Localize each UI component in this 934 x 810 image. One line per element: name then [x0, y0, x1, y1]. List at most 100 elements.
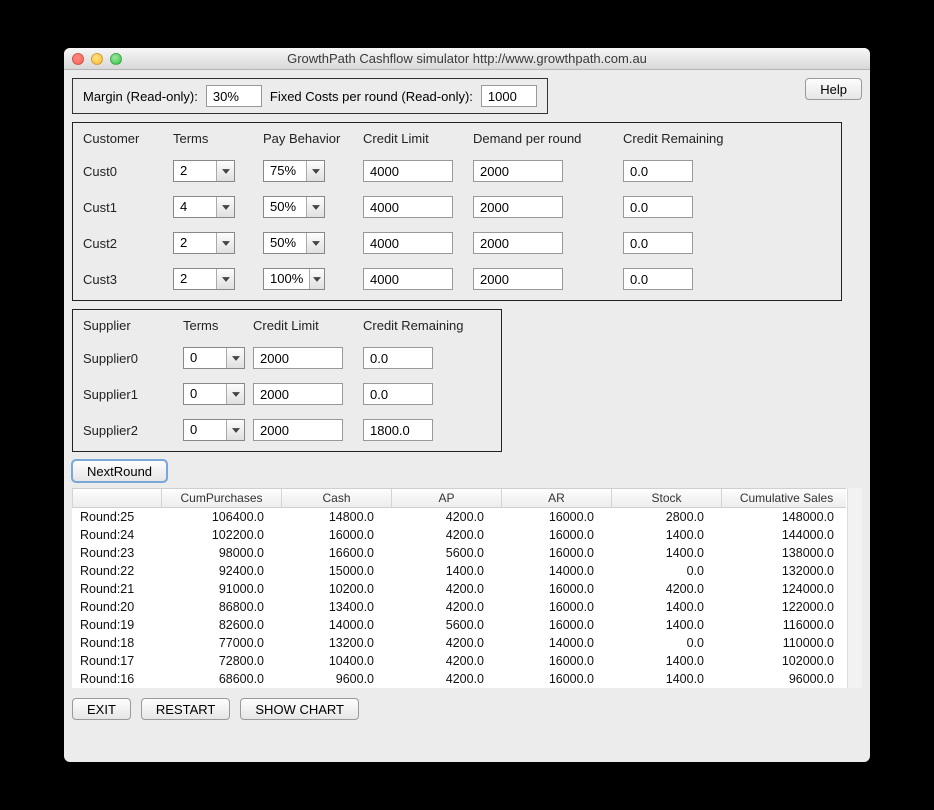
cell-round: Round:22 [72, 564, 162, 578]
cell-cum-purchases: 77000.0 [162, 636, 282, 650]
cell-cum-purchases: 82600.0 [162, 618, 282, 632]
supp1-credit-remaining-field[interactable] [363, 383, 433, 405]
chevron-down-icon [226, 420, 244, 440]
margin-field[interactable] [206, 85, 262, 107]
cell-ar: 16000.0 [502, 654, 612, 668]
table-row[interactable]: Round:25106400.014800.04200.016000.02800… [72, 508, 846, 526]
cell-ap: 4200.0 [392, 510, 502, 524]
table-scrollbar[interactable] [847, 488, 862, 688]
col-round[interactable] [72, 489, 162, 507]
close-icon[interactable] [72, 53, 84, 65]
cell-ap: 4200.0 [392, 600, 502, 614]
table-row[interactable]: Round:1982600.014000.05600.016000.01400.… [72, 616, 846, 634]
col-cash[interactable]: Cash [282, 489, 392, 507]
table-row[interactable]: Round:2292400.015000.01400.014000.00.013… [72, 562, 846, 580]
cell-cash: 10400.0 [282, 654, 392, 668]
cell-cum-sales: 96000.0 [722, 672, 852, 686]
supp2-credit-remaining-field[interactable] [363, 419, 433, 441]
supp-row-label-2: Supplier2 [83, 423, 183, 438]
table-row[interactable]: Round:1772800.010400.04200.016000.01400.… [72, 652, 846, 670]
cust3-demand-field[interactable] [473, 268, 563, 290]
cust3-pay-combo[interactable]: 100% [263, 268, 325, 290]
cust1-credit-limit-field[interactable] [363, 196, 453, 218]
cell-cum-purchases: 72800.0 [162, 654, 282, 668]
cell-cum-sales: 110000.0 [722, 636, 852, 650]
traffic-lights [64, 53, 122, 65]
show-chart-button[interactable]: SHOW CHART [240, 698, 359, 720]
supp0-terms-combo[interactable]: 0 [183, 347, 245, 369]
cust3-credit-remaining-field[interactable] [623, 268, 693, 290]
cust1-demand-field[interactable] [473, 196, 563, 218]
supp-hdr-credit-limit: Credit Limit [253, 318, 363, 333]
chevron-down-icon [226, 384, 244, 404]
exit-button[interactable]: EXIT [72, 698, 131, 720]
next-round-button[interactable]: NextRound [72, 460, 167, 482]
cust3-credit-limit-field[interactable] [363, 268, 453, 290]
cell-ap: 1400.0 [392, 564, 502, 578]
cell-cash: 16600.0 [282, 546, 392, 560]
supp2-terms-combo[interactable]: 0 [183, 419, 245, 441]
cust1-credit-remaining-field[interactable] [623, 196, 693, 218]
supp1-credit-limit-field[interactable] [253, 383, 343, 405]
cell-ar: 14000.0 [502, 564, 612, 578]
cell-stock: 1400.0 [612, 672, 722, 686]
table-row[interactable]: Round:2398000.016600.05600.016000.01400.… [72, 544, 846, 562]
table-row[interactable]: Round:24102200.016000.04200.016000.01400… [72, 526, 846, 544]
col-cum-purchases[interactable]: CumPurchases [162, 489, 282, 507]
cust3-terms-combo[interactable]: 2 [173, 268, 235, 290]
cell-ar: 16000.0 [502, 546, 612, 560]
cell-cash: 16000.0 [282, 528, 392, 542]
cust2-pay-combo[interactable]: 50% [263, 232, 325, 254]
cell-cash: 14000.0 [282, 618, 392, 632]
cust2-credit-limit-field[interactable] [363, 232, 453, 254]
chevron-down-icon [216, 269, 234, 289]
cust0-terms-combo[interactable]: 2 [173, 160, 235, 182]
cust-row-label-2: Cust2 [83, 236, 173, 251]
supp-hdr-credit-remaining: Credit Remaining [363, 318, 473, 333]
cust3-terms-combo-value: 2 [174, 269, 216, 289]
cell-stock: 1400.0 [612, 618, 722, 632]
cell-cash: 13200.0 [282, 636, 392, 650]
cell-cum-purchases: 102200.0 [162, 528, 282, 542]
cust2-terms-combo[interactable]: 2 [173, 232, 235, 254]
supp-row-label-1: Supplier1 [83, 387, 183, 402]
table-row[interactable]: Round:2191000.010200.04200.016000.04200.… [72, 580, 846, 598]
cust2-credit-remaining-field[interactable] [623, 232, 693, 254]
col-stock[interactable]: Stock [612, 489, 722, 507]
cell-cum-sales: 138000.0 [722, 546, 852, 560]
chevron-down-icon [306, 233, 324, 253]
help-button[interactable]: Help [805, 78, 862, 100]
supp0-credit-limit-field[interactable] [253, 347, 343, 369]
zoom-icon[interactable] [110, 53, 122, 65]
supp-row-label-0: Supplier0 [83, 351, 183, 366]
col-ap[interactable]: AP [392, 489, 502, 507]
cust1-pay-combo[interactable]: 50% [263, 196, 325, 218]
minimize-icon[interactable] [91, 53, 103, 65]
cust0-credit-limit-field[interactable] [363, 160, 453, 182]
cust0-credit-remaining-field[interactable] [623, 160, 693, 182]
cust0-pay-combo-value: 75% [264, 161, 306, 181]
table-header-row: CumPurchases Cash AP AR Stock Cumulative… [72, 488, 846, 508]
cust0-pay-combo[interactable]: 75% [263, 160, 325, 182]
cust0-terms-combo-value: 2 [174, 161, 216, 181]
supp2-credit-limit-field[interactable] [253, 419, 343, 441]
table-row[interactable]: Round:1668600.09600.04200.016000.01400.0… [72, 670, 846, 688]
table-row[interactable]: Round:2086800.013400.04200.016000.01400.… [72, 598, 846, 616]
cell-cum-purchases: 91000.0 [162, 582, 282, 596]
fixed-costs-field[interactable] [481, 85, 537, 107]
restart-button[interactable]: RESTART [141, 698, 230, 720]
table-row[interactable]: Round:1877000.013200.04200.014000.00.011… [72, 634, 846, 652]
cell-cum-sales: 144000.0 [722, 528, 852, 542]
cust1-terms-combo[interactable]: 4 [173, 196, 235, 218]
chevron-down-icon [216, 197, 234, 217]
col-cum-sales[interactable]: Cumulative Sales [722, 489, 852, 507]
supp1-terms-combo[interactable]: 0 [183, 383, 245, 405]
cell-stock: 0.0 [612, 636, 722, 650]
cust2-demand-field[interactable] [473, 232, 563, 254]
cust0-demand-field[interactable] [473, 160, 563, 182]
fixed-costs-label: Fixed Costs per round (Read-only): [270, 89, 473, 104]
cell-stock: 2800.0 [612, 510, 722, 524]
supp0-credit-remaining-field[interactable] [363, 347, 433, 369]
cust-row-label-0: Cust0 [83, 164, 173, 179]
col-ar[interactable]: AR [502, 489, 612, 507]
